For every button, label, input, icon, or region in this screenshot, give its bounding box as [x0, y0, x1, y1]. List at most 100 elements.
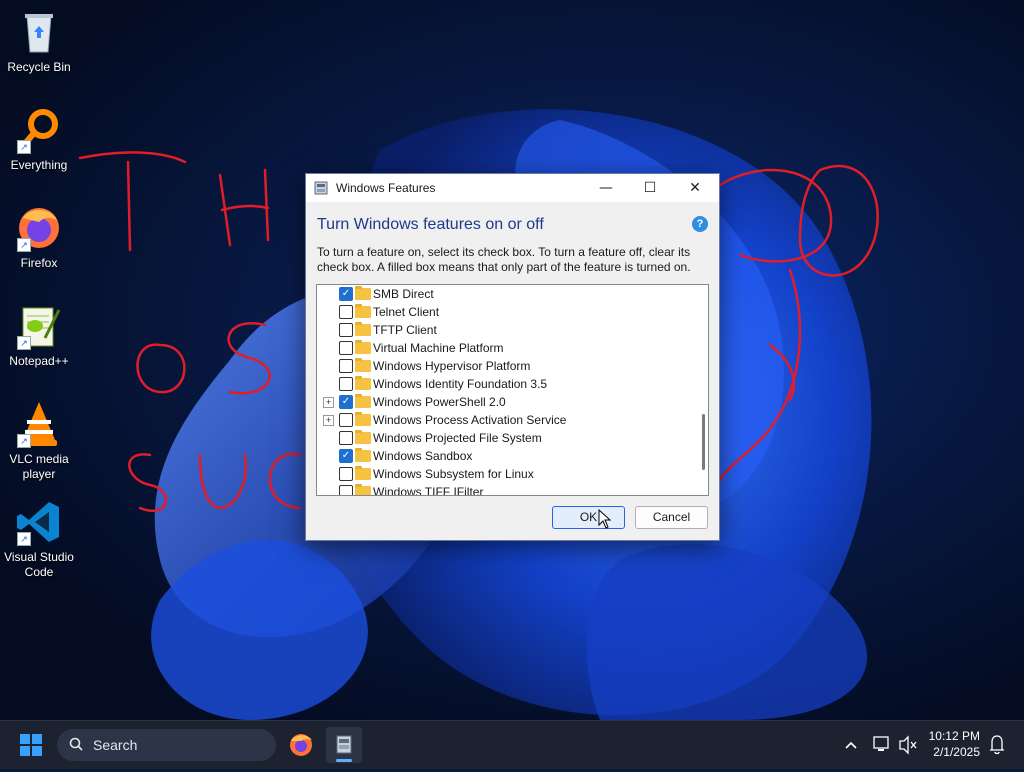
windows-features-app-icon [314, 181, 328, 195]
feature-row[interactable]: + Windows Process Activation Service [317, 411, 695, 429]
feature-checkbox[interactable]: ✓ [339, 395, 353, 409]
feature-label: Windows PowerShell 2.0 [373, 395, 506, 409]
taskbar-search-box[interactable]: Search [57, 729, 276, 761]
scrollbar-thumb[interactable] [702, 414, 705, 470]
feature-row[interactable]: Windows Identity Foundation 3.5 [317, 375, 695, 393]
desktop-icon-label-line2: Code [24, 565, 54, 579]
taskbar-app-windows-features[interactable] [326, 727, 362, 763]
folder-icon [355, 340, 371, 354]
folder-icon [355, 394, 371, 408]
feature-checkbox[interactable] [339, 467, 353, 481]
feature-checkbox[interactable] [339, 377, 353, 391]
firefox-icon [290, 734, 312, 756]
vscode-icon: ↗ [15, 498, 63, 546]
dialog-heading: Turn Windows features on or off [317, 216, 544, 233]
feature-label: Virtual Machine Platform [373, 341, 504, 355]
desktop-icon-label-line1: VLC media [9, 452, 69, 466]
feature-label: Windows Identity Foundation 3.5 [373, 377, 548, 391]
folder-icon [355, 430, 371, 444]
folder-icon [355, 466, 371, 480]
feature-checkbox[interactable] [339, 413, 353, 427]
feature-checkbox[interactable] [339, 305, 353, 319]
network-status-button[interactable] [872, 721, 892, 769]
folder-icon [355, 376, 371, 390]
feature-checkbox[interactable]: ✓ [339, 287, 353, 301]
windows-features-dialog: Windows Features — ☐ ✕ Turn Windows feat… [305, 173, 720, 541]
tree-scrollbar[interactable] [698, 285, 708, 493]
desktop-icon-firefox[interactable]: ↗ Firefox [0, 204, 78, 271]
dialog-title: Windows Features [336, 181, 436, 195]
start-button[interactable] [20, 734, 42, 756]
feature-row[interactable]: Virtual Machine Platform [317, 339, 695, 357]
feature-label: Windows Projected File System [373, 431, 542, 445]
shortcut-arrow-icon: ↗ [17, 336, 31, 350]
close-icon: ✕ [689, 180, 701, 196]
folder-icon [355, 484, 371, 495]
feature-checkbox[interactable] [339, 341, 353, 355]
everything-search-icon: ↗ [15, 106, 63, 154]
shortcut-arrow-icon: ↗ [17, 532, 31, 546]
chevron-up-icon [845, 741, 857, 749]
feature-row[interactable]: ✓ Windows Sandbox [317, 447, 695, 465]
desktop-icon-label-line1: Visual Studio [4, 550, 74, 564]
folder-icon [355, 412, 371, 426]
taskbar-app-firefox[interactable] [283, 727, 319, 763]
close-button[interactable]: ✕ [672, 174, 718, 202]
bell-icon [989, 735, 1005, 755]
desktop-icon-everything[interactable]: ↗ Everything [0, 106, 78, 173]
shortcut-arrow-icon: ↗ [17, 434, 31, 448]
folder-icon [355, 448, 371, 462]
recycle-bin-icon [15, 8, 63, 56]
active-app-indicator [336, 759, 352, 762]
cancel-button[interactable]: Cancel [635, 506, 708, 529]
desktop-icon-label: Everything [10, 158, 68, 172]
features-tree-list[interactable]: ✓ SMB Direct Telnet Client TFTP Client Virtu… [316, 284, 709, 496]
vlc-icon: ↗ [15, 400, 63, 448]
feature-checkbox[interactable] [339, 485, 353, 495]
feature-row[interactable]: Telnet Client [317, 303, 695, 321]
feature-label: TFTP Client [373, 323, 437, 337]
notifications-button[interactable] [988, 721, 1006, 769]
feature-label: Windows Subsystem for Linux [373, 467, 534, 481]
feature-row[interactable]: Windows Hypervisor Platform [317, 357, 695, 375]
feature-label: Windows Sandbox [373, 449, 473, 463]
feature-label: Windows Hypervisor Platform [373, 359, 531, 373]
feature-row[interactable]: Windows Subsystem for Linux [317, 465, 695, 483]
notepad-plus-plus-icon: ↗ [15, 302, 63, 350]
desktop-icon-vlc[interactable]: ↗ VLC media player [0, 400, 78, 482]
desktop-icon-recycle-bin[interactable]: Recycle Bin [0, 8, 78, 75]
feature-checkbox[interactable] [339, 323, 353, 337]
mouse-cursor-icon [598, 509, 612, 529]
minimize-button[interactable]: — [583, 174, 629, 202]
taskbar-clock[interactable]: 10:12 PM 2/1/2025 [929, 728, 980, 760]
feature-checkbox[interactable] [339, 359, 353, 373]
feature-row[interactable]: + ✓ Windows PowerShell 2.0 [317, 393, 695, 411]
feature-row[interactable]: TFTP Client [317, 321, 695, 339]
windows-features-icon [336, 735, 352, 754]
expand-icon[interactable]: + [323, 397, 334, 408]
feature-row[interactable]: ✓ SMB Direct [317, 285, 695, 303]
maximize-button[interactable]: ☐ [627, 174, 673, 202]
dialog-titlebar[interactable]: Windows Features — ☐ ✕ [306, 174, 719, 202]
search-placeholder: Search [93, 737, 138, 753]
feature-row[interactable]: Windows TIFF IFilter [317, 483, 695, 495]
network-icon [873, 736, 889, 751]
feature-checkbox[interactable]: ✓ [339, 449, 353, 463]
feature-label: Windows Process Activation Service [373, 413, 567, 427]
minimize-icon: — [599, 180, 613, 196]
desktop-icon-notepad-plus-plus[interactable]: ↗ Notepad++ [0, 302, 78, 369]
feature-checkbox[interactable] [339, 431, 353, 445]
help-icon[interactable]: ? [692, 216, 708, 232]
show-hidden-icons-button[interactable] [843, 721, 859, 769]
taskbar: Search 10:12 PM 2/1/2025 [0, 720, 1024, 769]
shortcut-arrow-icon: ↗ [17, 238, 31, 252]
expand-icon[interactable]: + [323, 415, 334, 426]
ok-button[interactable]: OK [552, 506, 625, 529]
volume-button[interactable] [898, 721, 918, 769]
speaker-muted-icon [899, 735, 917, 755]
clock-date: 2/1/2025 [933, 745, 980, 759]
search-icon [69, 737, 83, 751]
desktop-icon-vscode[interactable]: ↗ Visual Studio Code [0, 498, 78, 580]
desktop-icon-label: Firefox [20, 256, 58, 270]
feature-row[interactable]: Windows Projected File System [317, 429, 695, 447]
